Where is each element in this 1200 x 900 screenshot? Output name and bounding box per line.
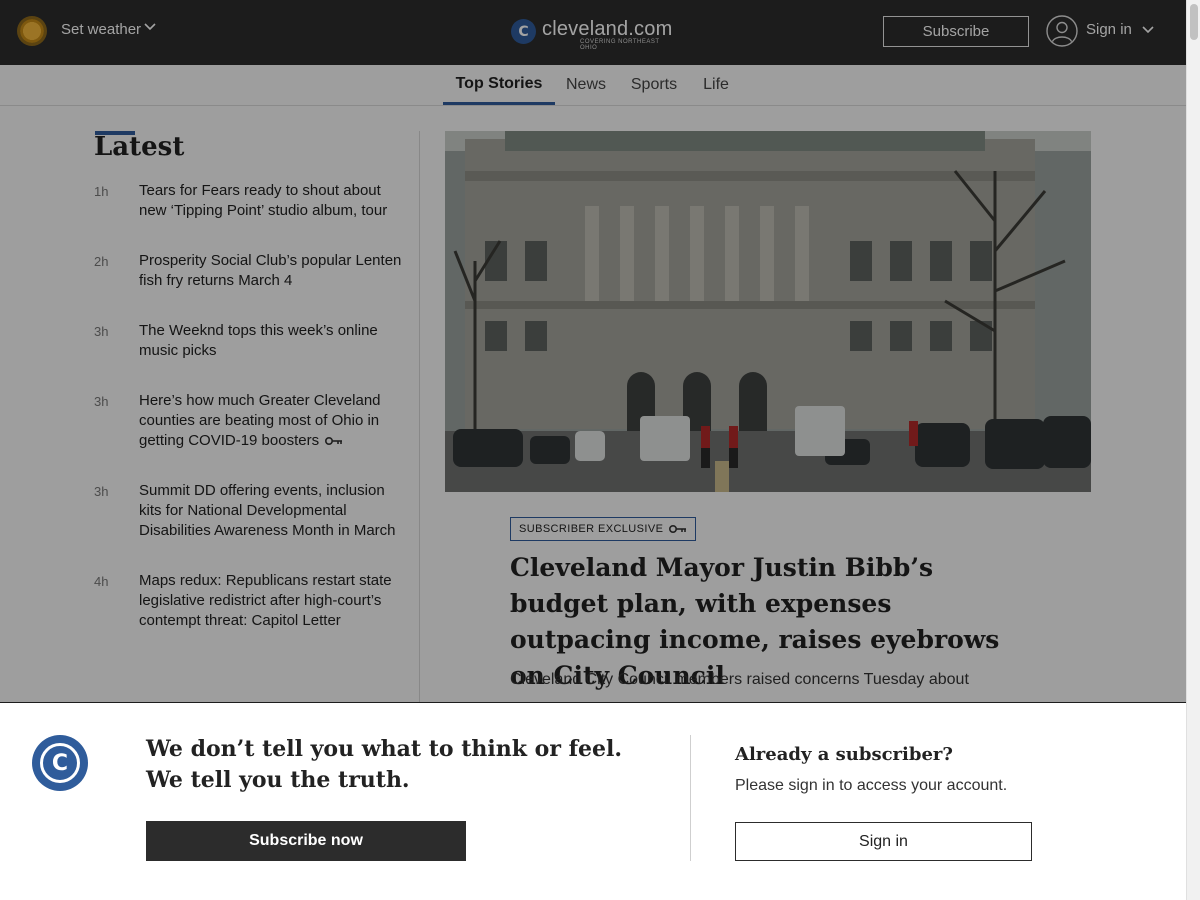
logo-tagline: COVERING NORTHEAST OHIO	[580, 39, 660, 51]
tab-top-stories[interactable]: Top Stories	[443, 65, 555, 105]
subscription-paywall: C We don’t tell you what to think or fee…	[0, 702, 1186, 900]
list-item[interactable]: 3h The Weeknd tops this week’s online mu…	[94, 321, 404, 361]
timestamp: 3h	[94, 394, 109, 409]
list-item[interactable]: 3h Here’s how much Greater Cleveland cou…	[94, 391, 404, 451]
subscriber-exclusive-badge: SUBSCRIBER EXCLUSIVE	[510, 517, 697, 541]
badge-label: SUBSCRIBER EXCLUSIVE	[519, 523, 664, 535]
tagline-line-2: We tell you the truth.	[146, 767, 410, 793]
scrollbar-thumb[interactable]	[1190, 4, 1198, 40]
subscribe-now-button[interactable]: Subscribe now	[146, 821, 466, 861]
tab-news[interactable]: News	[555, 65, 617, 105]
column-divider	[419, 131, 420, 706]
tab-sports[interactable]: Sports	[620, 65, 688, 105]
latest-heading: Latest	[94, 132, 185, 162]
sun-icon[interactable]	[17, 16, 47, 46]
timestamp: 4h	[94, 574, 109, 589]
headline-link[interactable]: Tears for Fears ready to shout about new…	[139, 181, 404, 221]
key-icon	[669, 525, 687, 533]
page-scrollbar[interactable]	[1186, 0, 1200, 900]
hero-photo[interactable]	[445, 131, 1091, 492]
headline-link[interactable]: The Weeknd tops this week’s online music…	[139, 321, 404, 361]
list-item[interactable]: 4h Maps redux: Republicans restart state…	[94, 571, 404, 631]
headline-link[interactable]: Here’s how much Greater Cleveland counti…	[139, 391, 404, 451]
list-item[interactable]: 1h Tears for Fears ready to shout about …	[94, 181, 404, 221]
tagline-line-1: We don’t tell you what to think or feel.	[146, 736, 623, 762]
already-subscriber-heading: Already a subscriber?	[735, 744, 953, 765]
timestamp: 1h	[94, 184, 109, 199]
headline-text[interactable]: Here’s how much Greater Cleveland counti…	[139, 392, 381, 449]
sign-in-prompt: Please sign in to access your account.	[735, 777, 1008, 794]
headline-link[interactable]: Maps redux: Republicans restart state le…	[139, 571, 404, 631]
headline-link[interactable]: Prosperity Social Club’s popular Lenten …	[139, 251, 404, 291]
tab-life[interactable]: Life	[692, 65, 740, 105]
timestamp: 3h	[94, 484, 109, 499]
user-icon[interactable]	[1046, 15, 1078, 47]
key-icon	[325, 437, 343, 446]
subscribe-button[interactable]: Subscribe	[883, 16, 1029, 47]
headline-link[interactable]: Summit DD offering events, inclusion kit…	[139, 481, 404, 541]
latest-list: 1h Tears for Fears ready to shout about …	[94, 181, 404, 661]
chevron-down-icon[interactable]	[142, 19, 158, 35]
section-nav: Top Stories News Sports Life	[0, 65, 1186, 106]
paywall-divider	[690, 735, 691, 861]
main-content: Latest 1h Tears for Fears ready to shout…	[0, 106, 1186, 706]
list-item[interactable]: 2h Prosperity Social Club’s popular Lent…	[94, 251, 404, 291]
top-story-summary: Cleveland City Council members raised co…	[510, 671, 969, 688]
timestamp: 3h	[94, 324, 109, 339]
site-header: Set weather C cleveland.com COVERING NOR…	[0, 0, 1186, 65]
logo-mark-icon: C	[511, 19, 536, 44]
logo-name: cleveland.com	[542, 18, 673, 40]
sign-in-link[interactable]: Sign in	[1086, 21, 1132, 38]
cleveland-logo-icon: C	[32, 735, 88, 791]
paywall-tagline: We don’t tell you what to think or feel.…	[146, 734, 622, 796]
paywall-sign-in-button[interactable]: Sign in	[735, 822, 1032, 861]
chevron-down-icon[interactable]	[1140, 22, 1156, 38]
set-weather-button[interactable]: Set weather	[61, 21, 141, 38]
timestamp: 2h	[94, 254, 109, 269]
site-logo[interactable]: C cleveland.com COVERING NORTHEAST OHIO	[511, 17, 673, 51]
list-item[interactable]: 3h Summit DD offering events, inclusion …	[94, 481, 404, 541]
